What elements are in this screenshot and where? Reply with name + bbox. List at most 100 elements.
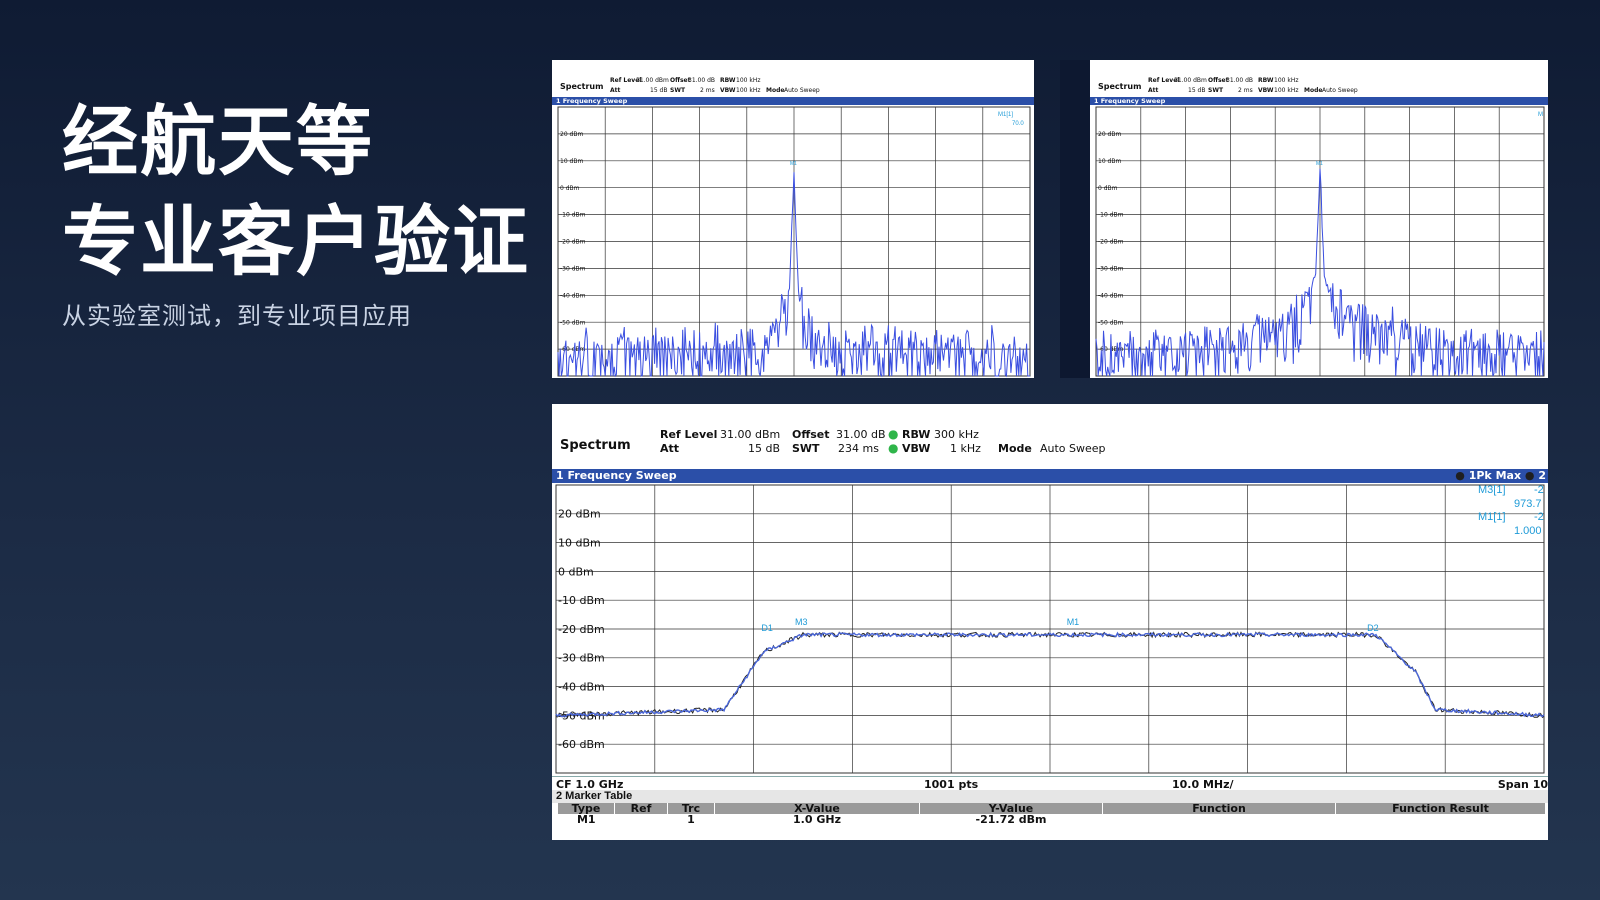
ref-level-value: 31.00 dBm: [720, 428, 781, 441]
headline-line-2: 专业客户验证: [62, 197, 530, 286]
sweep-title: 1 Frequency Sweep: [556, 97, 628, 105]
mode-label: Mode: [1304, 87, 1323, 94]
att-value: 15 dB: [1188, 87, 1206, 94]
panel-header: Spectrum Ref Level 31.00 dBm Offset 31.0…: [552, 422, 1548, 458]
app-title: Spectrum: [560, 82, 604, 91]
offset-label: Offset: [792, 428, 830, 441]
ref-level-value: 31.00 dBm: [1174, 77, 1207, 84]
y-axis-label: 20 dBm: [1098, 131, 1121, 138]
app-title: Spectrum: [560, 438, 631, 453]
vbw-label: VBW: [720, 87, 736, 94]
grid: [557, 106, 1031, 377]
y-axis-label: 0 dBm: [1098, 185, 1118, 192]
y-axis-label: -20 dBm: [558, 623, 605, 636]
vbw-label: VBW: [902, 442, 931, 455]
sweep-title: 1 Frequency Sweep: [556, 469, 677, 482]
marker-m1: M1: [1067, 617, 1080, 627]
spectrum-plot-1: 20 dBm 10 dBm 0 dBm -10 dBm -20 dBm -30 dBm -4…: [557, 106, 1031, 378]
y-axis-label: -50 dBm: [1098, 319, 1124, 326]
y-axis-label: -10 dBm: [560, 212, 586, 219]
y-axis-label: 10 dBm: [560, 158, 583, 165]
marker-d2: D2: [1367, 623, 1379, 633]
table-row[interactable]: M1 1 1.0 GHz -21.72 dBm: [558, 814, 1546, 826]
marker-readout-value: 70.0: [1012, 121, 1024, 127]
y-axis-label: 20 dBm: [558, 508, 601, 521]
readout-m3-label: M3[1]: [1478, 484, 1506, 496]
y-axis-label: -40 dBm: [560, 292, 586, 299]
cell-x-value: 1.0 GHz: [793, 813, 841, 826]
panel-gap: [1060, 60, 1090, 378]
cell-ref: [615, 814, 668, 826]
plot-footer: CF 1.0 GHz 1001 pts 10.0 MHz/ Span 10: [552, 776, 1548, 791]
marker-table: Type Ref Trc X-Value Y-Value Function Fu…: [558, 803, 1546, 826]
y-axis-label: 20 dBm: [560, 131, 583, 138]
spectrum-panel-main: Spectrum Ref Level 31.00 dBm Offset 31.0…: [552, 404, 1548, 840]
sweep-title-bar: 1 Frequency Sweep: [1090, 97, 1548, 105]
headline: 经航天等 专业客户验证: [62, 92, 530, 292]
trace-indicator-icon: ●: [1524, 469, 1535, 482]
y-axis-label: -40 dBm: [558, 680, 605, 693]
y-axis-label: -50 dBm: [560, 319, 586, 326]
att-value: 15 dB: [748, 442, 781, 455]
readout-m1-label: M1[1]: [1478, 511, 1506, 523]
y-axis-label: 10 dBm: [558, 536, 601, 549]
swt-value: 2 ms: [700, 87, 715, 94]
marker-readout: M: [1538, 112, 1543, 118]
offset-value: 31.00 dB: [836, 428, 886, 441]
col-function: Function: [1102, 803, 1336, 814]
readout-m1-value: -2: [1534, 511, 1544, 523]
rbw-label: RBW: [1258, 77, 1274, 84]
att-label: Att: [660, 442, 680, 455]
y-axis-label: -10 dBm: [558, 594, 605, 607]
swt-label: SWT: [670, 87, 686, 94]
vbw-value: 1 kHz: [950, 442, 981, 455]
offset-value: 31.00 dB: [688, 77, 716, 84]
swt-value: 234 ms: [838, 442, 879, 455]
cell-function-result: [1336, 814, 1546, 826]
att-label: Att: [1148, 87, 1159, 94]
vbw-label: VBW: [1258, 87, 1274, 94]
y-axis-label: -30 dBm: [1098, 266, 1124, 273]
spectrum-panel-1: Spectrum Ref Level 31.00 dBm Offset 31.0…: [552, 60, 1034, 378]
spectrum-panel-2: Spectrum Ref Level 31.00 dBm Offset 31.0…: [1090, 60, 1548, 378]
swt-value: 2 ms: [1238, 87, 1253, 94]
rbw-label: RBW: [720, 77, 736, 84]
mode-value: Auto Sweep: [1322, 87, 1358, 94]
mode-label: Mode: [766, 87, 785, 94]
rbw-value: 100 kHz: [1274, 77, 1299, 84]
rbw-value: 300 kHz: [934, 428, 979, 441]
readout-m3-value2: 973.7: [1514, 498, 1542, 510]
cell-y-value: -21.72 dBm: [975, 813, 1047, 826]
headline-line-1: 经航天等: [62, 97, 374, 186]
marker-readout: M1[1]: [998, 112, 1013, 118]
cell-trc: 1: [687, 813, 695, 826]
panel-header: Spectrum Ref Level 31.00 dBm Offset 31.0…: [1090, 60, 1548, 98]
cell-function: [1103, 814, 1336, 826]
trace-label: 1Pk Max: [1468, 469, 1522, 482]
readout-m1-value2: 1.000: [1514, 525, 1542, 537]
marker-m1: M1: [790, 161, 797, 167]
col-ref: Ref: [614, 803, 668, 814]
marker-m1: M1: [1316, 161, 1323, 167]
y-axis-label: -60 dBm: [558, 738, 605, 751]
y-axis-label: -20 dBm: [1098, 239, 1124, 246]
marker-d1: D1: [761, 623, 773, 633]
offset-value: 31.00 dB: [1226, 77, 1254, 84]
readout-m3-value: -2: [1534, 484, 1544, 496]
swt-label: SWT: [1208, 87, 1224, 94]
y-axis-label: 0 dBm: [560, 185, 580, 192]
marker-m3: M3: [795, 617, 808, 627]
mode-label: Mode: [998, 442, 1032, 455]
grid: [555, 484, 1545, 774]
y-axis-label: -10 dBm: [1098, 212, 1124, 219]
rbw-value: 100 kHz: [736, 77, 761, 84]
mode-value: Auto Sweep: [1040, 442, 1106, 455]
mode-value: Auto Sweep: [784, 87, 820, 94]
vbw-value: 100 kHz: [736, 87, 761, 94]
panel-header: Spectrum Ref Level 31.00 dBm Offset 31.0…: [552, 60, 1034, 98]
vbw-value: 100 kHz: [1274, 87, 1299, 94]
grid: [1095, 106, 1545, 377]
y-axis-label: 10 dBm: [1098, 158, 1121, 165]
trace-status: ● 1Pk Max ● 2: [1455, 469, 1546, 483]
ref-level-label: Ref Level: [660, 428, 718, 441]
